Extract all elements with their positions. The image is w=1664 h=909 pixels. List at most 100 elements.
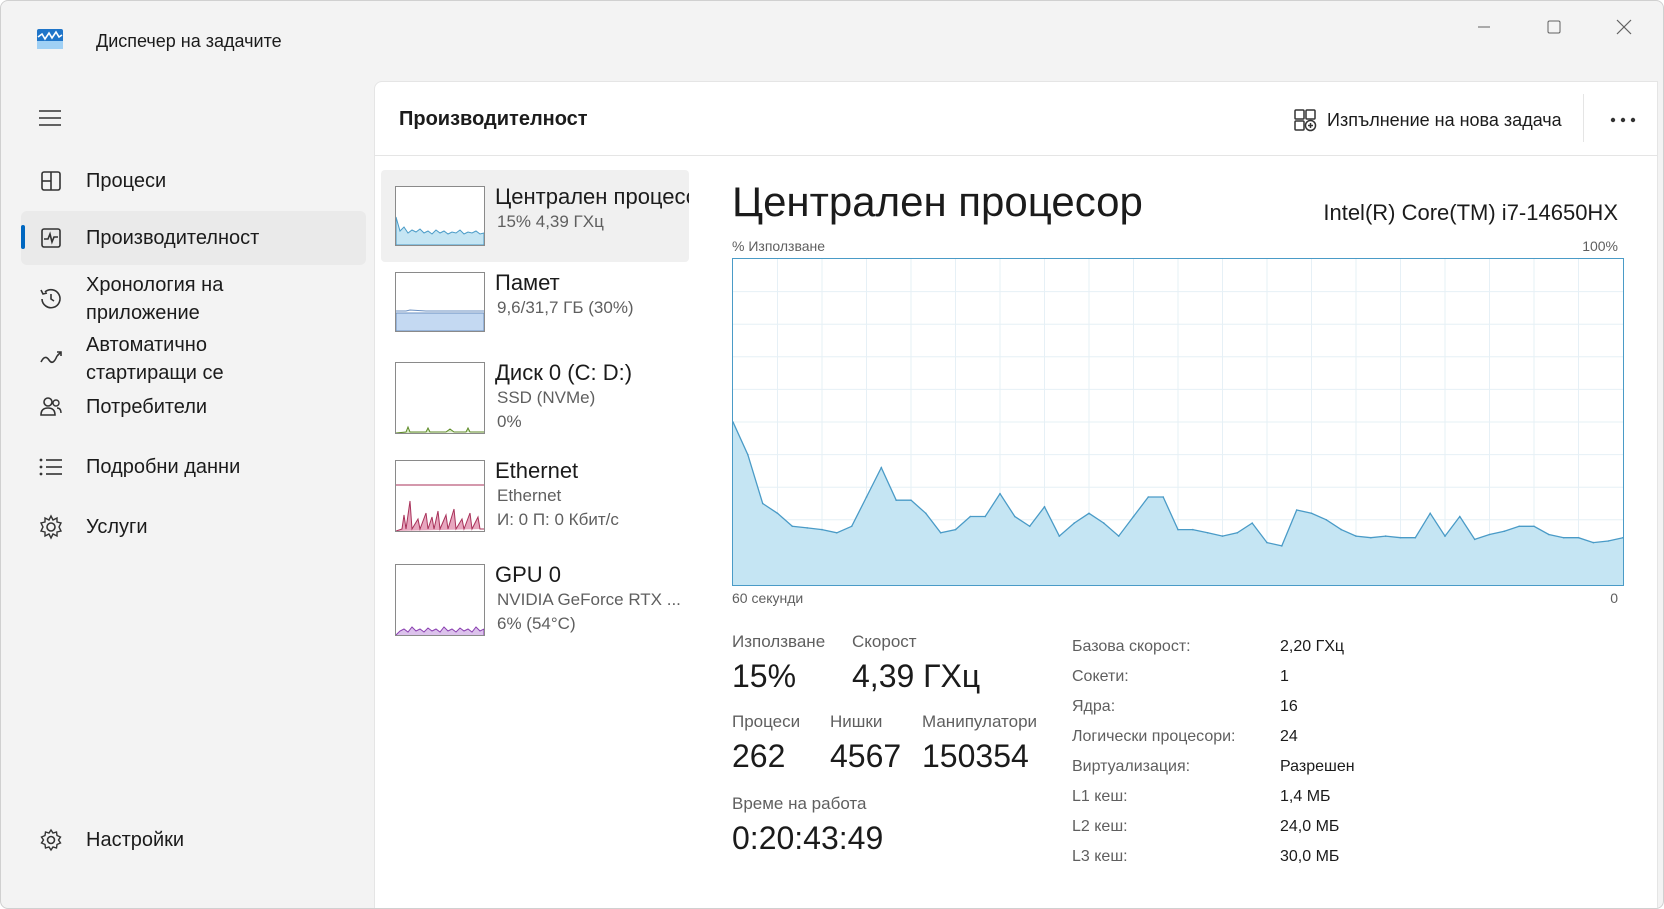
resource-item-ethernet[interactable]: Ethernet Ethernet И: 0 П: 0 Кбит/с bbox=[381, 452, 689, 544]
cpu-data-point bbox=[1548, 533, 1550, 536]
cpu-data-point bbox=[1147, 496, 1150, 498]
users-icon bbox=[37, 393, 65, 421]
sidebar-item-startup[interactable]: Автоматично стартиращи се bbox=[21, 331, 366, 387]
cpu-data-point bbox=[1028, 525, 1031, 528]
sidebar-item-performance[interactable]: Производителност bbox=[21, 211, 366, 265]
cpu-data-point bbox=[1192, 528, 1194, 531]
stat-threads: Нишки 4567 bbox=[830, 712, 901, 775]
resource-item-cpu[interactable]: Централен процесор 15% 4,39 ГХц bbox=[381, 170, 689, 262]
spec-value: 30,0 МБ bbox=[1280, 848, 1340, 865]
memory-thumb-area bbox=[395, 312, 485, 332]
minimize-button[interactable] bbox=[1449, 7, 1519, 47]
cpu-data-point bbox=[1355, 535, 1357, 537]
resource-detail: 0% bbox=[497, 412, 522, 431]
sidebar-item-app-history[interactable]: Хронология на приложение bbox=[21, 271, 366, 327]
history-icon bbox=[37, 285, 65, 313]
page-title: Производителност bbox=[399, 108, 588, 130]
title-bar: Диспечер на задачите bbox=[1, 1, 1663, 81]
resource-detail: Ethernet bbox=[497, 486, 562, 505]
cpu-data-point bbox=[880, 466, 883, 469]
cpu-data-point bbox=[1266, 541, 1268, 544]
cpu-data-point bbox=[1562, 536, 1565, 539]
sidebar-item-users[interactable]: Потребители bbox=[21, 381, 366, 429]
services-icon bbox=[37, 513, 65, 541]
spec-label: L3 кеш: bbox=[1072, 848, 1128, 865]
ethernet-thumb-line bbox=[395, 500, 484, 532]
task-manager-window: Диспечер на задачите Процеси Производите… bbox=[0, 0, 1664, 909]
sidebar-item-processes[interactable]: Процеси bbox=[21, 157, 366, 205]
cpu-data-point bbox=[895, 499, 897, 501]
maximize-button[interactable] bbox=[1519, 7, 1589, 47]
memory-thumb-line bbox=[396, 309, 484, 312]
resource-name: Памет bbox=[495, 270, 560, 295]
cpu-data-point bbox=[1384, 535, 1387, 537]
stat-value: 15% bbox=[732, 658, 797, 694]
gear-icon bbox=[37, 826, 65, 854]
cpu-data-point bbox=[1340, 528, 1342, 531]
run-task-icon bbox=[1294, 109, 1317, 132]
spec-label: Сокети: bbox=[1072, 668, 1129, 685]
sidebar-item-settings[interactable]: Настройки bbox=[21, 816, 366, 864]
resource-item-disk[interactable]: Диск 0 (C: D:) SSD (NVMe) 0% bbox=[381, 350, 689, 442]
cpu-data-point bbox=[761, 502, 764, 505]
run-new-task-button[interactable]: Изпълнение на нова задача bbox=[1293, 104, 1562, 136]
cpu-usage-graph bbox=[732, 258, 1624, 586]
cpu-data-point bbox=[1177, 528, 1179, 531]
more-options-button[interactable] bbox=[1601, 102, 1645, 138]
stat-value: 150354 bbox=[922, 738, 1029, 774]
cpu-data-point bbox=[850, 525, 853, 528]
cpu-data-point bbox=[1533, 525, 1535, 528]
cpu-data-point bbox=[1251, 522, 1253, 524]
cpu-data-point bbox=[1236, 532, 1239, 534]
cpu-data-point bbox=[1117, 535, 1120, 537]
cpu-data-point bbox=[1132, 515, 1135, 518]
spec-label: Логически процесори: bbox=[1072, 728, 1236, 745]
performance-icon bbox=[37, 224, 65, 252]
cpu-data-point bbox=[1577, 536, 1580, 539]
spec-value: Разрешен bbox=[1280, 758, 1355, 775]
cpu-data-point bbox=[1058, 535, 1061, 537]
stat-processes: Процеси 262 bbox=[732, 712, 800, 775]
resource-item-gpu[interactable]: GPU 0 NVIDIA GeForce RTX ... 6% (54°C) bbox=[381, 556, 689, 648]
cpu-model: Intel(R) Core(TM) i7-14650HX bbox=[1323, 200, 1618, 225]
active-indicator bbox=[21, 225, 25, 249]
resource-item-memory[interactable]: Памет 9,6/31,7 ГБ (30%) bbox=[381, 260, 689, 352]
sidebar-item-label: Производителност bbox=[86, 227, 260, 249]
resource-detail: SSD (NVMe) bbox=[497, 388, 596, 407]
resource-detail: 6% (54°C) bbox=[497, 614, 576, 633]
cpu-data-point bbox=[984, 515, 986, 518]
sidebar-item-label: Автоматично стартиращи се bbox=[86, 334, 224, 384]
spec-value: 24,0 МБ bbox=[1280, 818, 1340, 835]
stat-label: Използване bbox=[732, 632, 826, 651]
stat-handles: Манипулатори 150354 bbox=[922, 712, 1037, 775]
cpu-data-point bbox=[1295, 509, 1298, 511]
resource-name: Диск 0 (C: D:) bbox=[495, 360, 633, 385]
close-button[interactable] bbox=[1589, 7, 1659, 47]
cpu-detail-panel: Централен процесор Intel(R) Core(TM) i7-… bbox=[730, 170, 1630, 890]
header-divider bbox=[1583, 94, 1584, 142]
cpu-data-point bbox=[776, 512, 779, 515]
cpu-data-point bbox=[954, 528, 957, 531]
cpu-data-point bbox=[925, 512, 927, 515]
disk-thumbnail bbox=[395, 362, 485, 434]
menu-button[interactable] bbox=[35, 103, 65, 133]
stat-value: 4567 bbox=[830, 738, 902, 774]
cpu-data-point bbox=[836, 532, 838, 534]
cpu-data-point bbox=[999, 492, 1001, 495]
resource-name: Централен процесор bbox=[495, 184, 689, 209]
sidebar-item-services[interactable]: Услуги bbox=[21, 501, 366, 549]
cpu-data-point bbox=[1014, 515, 1016, 518]
y-axis-max-label: 100% bbox=[1582, 238, 1618, 254]
cpu-data-point bbox=[806, 527, 808, 529]
sidebar-item-details[interactable]: Подробни данни bbox=[21, 441, 366, 489]
cpu-data-point bbox=[1607, 540, 1609, 542]
cpu-data-point bbox=[1103, 522, 1105, 524]
x-axis-min-label: 0 bbox=[1610, 590, 1618, 606]
cpu-data-point bbox=[1206, 532, 1209, 534]
cpu-data-point bbox=[939, 532, 942, 534]
spec-value: 1,4 МБ bbox=[1280, 788, 1331, 805]
cpu-data-point bbox=[1459, 515, 1461, 518]
stat-uptime: Време на работа 0:20:43:49 bbox=[732, 794, 883, 857]
cpu-data-point bbox=[1281, 545, 1283, 547]
spec-label: L2 кеш: bbox=[1072, 818, 1128, 835]
